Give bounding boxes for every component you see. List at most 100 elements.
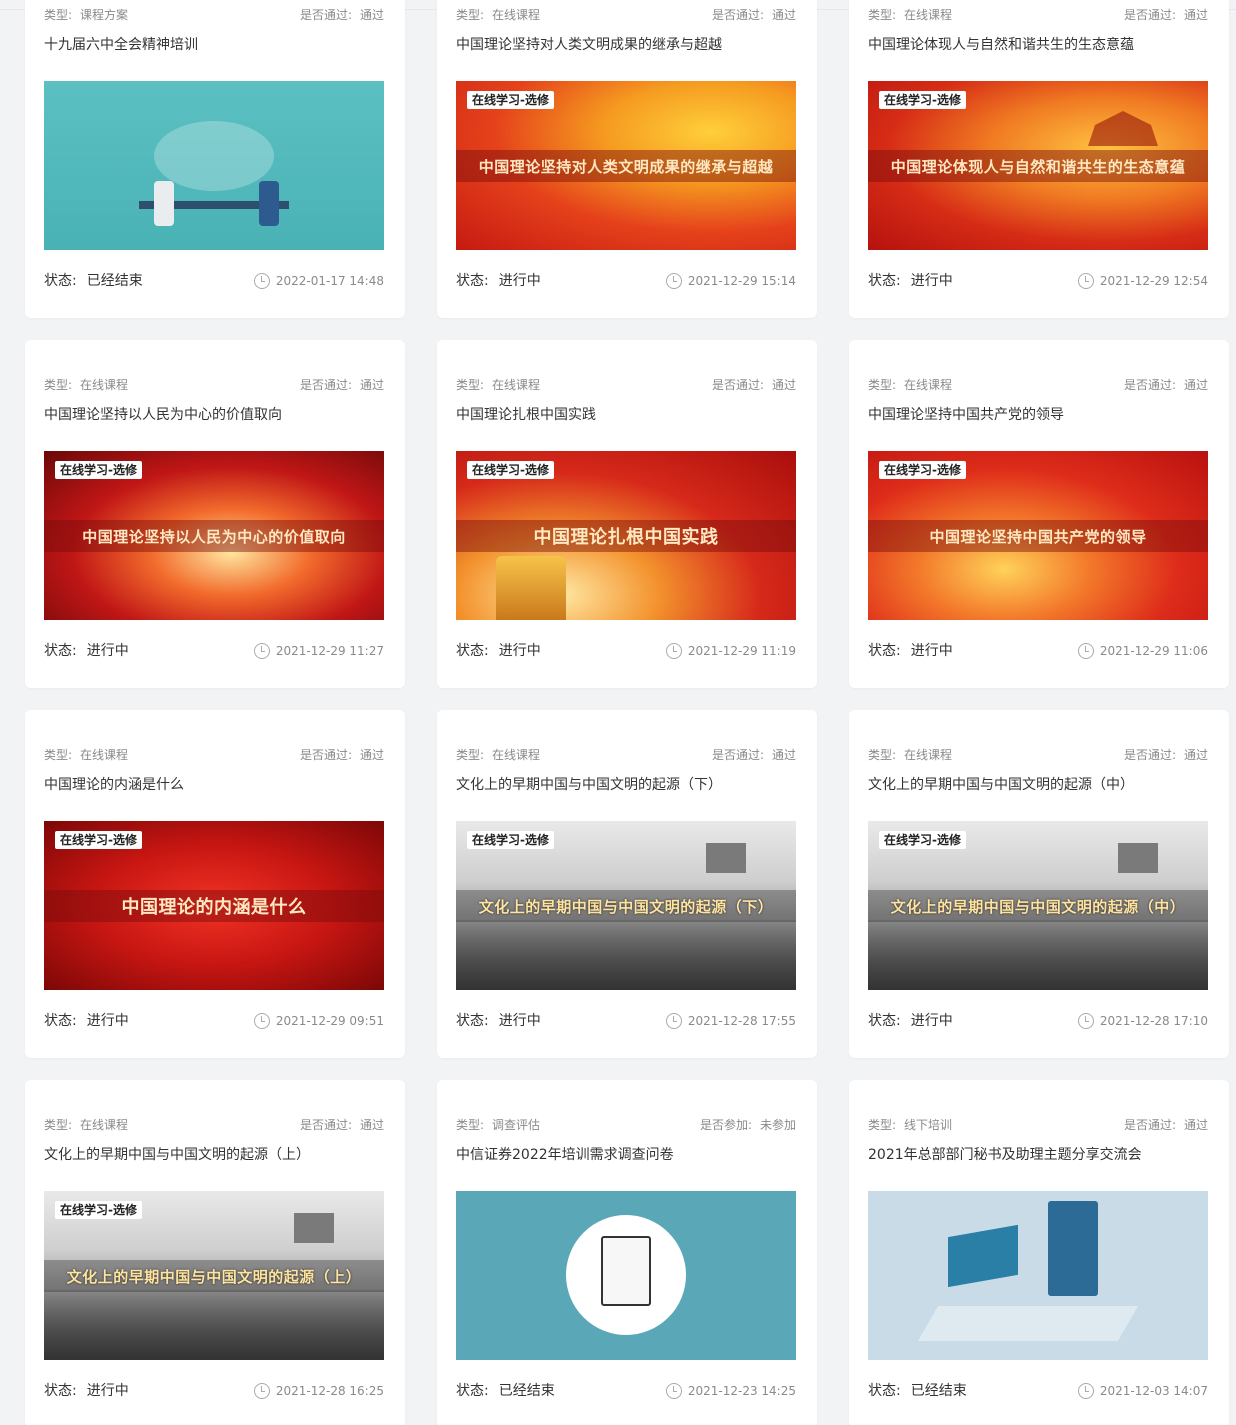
card-time: 2021-12-29 11:19: [665, 642, 796, 660]
check-label: 是否通过:: [1123, 378, 1176, 392]
great-wall-tower-illustration: [706, 843, 746, 873]
course-card[interactable]: 类型: 在线课程 是否通过: 通过 中国理论的内涵是什么 在线学习-选修 中国理论的…: [25, 710, 405, 1058]
clock-icon: [253, 1013, 270, 1029]
card-thumbnail[interactable]: [456, 1191, 796, 1360]
status-label: 状态:: [456, 273, 489, 289]
status-label: 状态:: [456, 643, 489, 659]
type-value: 在线课程: [904, 378, 953, 392]
thumbnail-banner-text: 中国理论坚持中国共产党的领导: [868, 520, 1208, 552]
clock-icon: [665, 273, 682, 289]
card-status: 状态: 已经结束: [456, 1382, 555, 1400]
card-meta: 类型: 线下培训 是否通过: 通过: [868, 1118, 1208, 1132]
card-time: 2021-12-28 17:10: [1077, 1012, 1208, 1030]
card-title[interactable]: 中国理论坚持以人民为中心的价值取向: [44, 406, 384, 424]
course-card[interactable]: 类型: 在线课程 是否通过: 通过 中国理论坚持以人民为中心的价值取向 在线学习-选…: [25, 340, 405, 688]
card-meta: 类型: 在线课程 是否通过: 通过: [868, 8, 1208, 22]
card-check: 是否通过: 通过: [1124, 378, 1208, 392]
card-thumbnail[interactable]: 在线学习-选修 中国理论坚持中国共产党的领导: [868, 451, 1208, 620]
card-thumbnail[interactable]: 在线学习-选修 文化上的早期中国与中国文明的起源（上）: [44, 1191, 384, 1360]
card-check: 是否通过: 通过: [300, 748, 384, 762]
course-card[interactable]: 类型: 线下培训 是否通过: 通过 2021年总部部门秘书及助理主题分享交流会 状态…: [849, 1080, 1229, 1425]
person-left-illustration: [154, 181, 174, 226]
card-footer: 状态: 进行中 2021-12-28 17:10: [868, 1012, 1208, 1030]
type-value: 在线课程: [80, 1118, 129, 1132]
course-card[interactable]: 类型: 在线课程 是否通过: 通过 中国理论体现人与自然和谐共生的生态意蕴 在线学习…: [849, 0, 1229, 318]
status-value: 已经结束: [498, 1383, 555, 1399]
card-title[interactable]: 2021年总部部门秘书及助理主题分享交流会: [868, 1146, 1208, 1164]
card-meta: 类型: 在线课程 是否通过: 通过: [456, 8, 796, 22]
card-title[interactable]: 中国理论坚持中国共产党的领导: [868, 406, 1208, 424]
status-label: 状态:: [868, 1383, 901, 1399]
course-card[interactable]: 类型: 调查评估 是否参加: 未参加 中信证券2022年培训需求调查问卷 状态: 已经…: [437, 1080, 817, 1425]
card-thumbnail[interactable]: 在线学习-选修 中国理论扎根中国实践: [456, 451, 796, 620]
card-title[interactable]: 中国理论的内涵是什么: [44, 776, 384, 794]
type-label: 类型:: [456, 1118, 485, 1132]
course-tag: 在线学习-选修: [467, 831, 554, 849]
card-check: 是否参加: 未参加: [700, 1118, 796, 1132]
check-label: 是否通过:: [299, 1118, 352, 1132]
clock-icon: [665, 643, 682, 659]
card-title[interactable]: 中信证券2022年培训需求调查问卷: [456, 1146, 796, 1164]
card-time: 2021-12-23 14:25: [665, 1382, 796, 1400]
thumbnail-banner-text: 中国理论体现人与自然和谐共生的生态意蕴: [868, 150, 1208, 182]
status-label: 状态:: [868, 643, 901, 659]
clock-icon: [253, 273, 270, 289]
type-value: 在线课程: [80, 748, 129, 762]
check-value: 通过: [771, 8, 796, 22]
course-tag: 在线学习-选修: [55, 1201, 142, 1219]
card-thumbnail[interactable]: 在线学习-选修 文化上的早期中国与中国文明的起源（中）: [868, 821, 1208, 990]
rock-mountains-illustration: [44, 1290, 384, 1360]
card-thumbnail[interactable]: 在线学习-选修 中国理论体现人与自然和谐共生的生态意蕴: [868, 81, 1208, 250]
card-footer: 状态: 已经结束 2022-01-17 14:48: [44, 272, 384, 290]
status-label: 状态:: [44, 1013, 77, 1029]
card-meta: 类型: 课程方案 是否通过: 通过: [44, 8, 384, 22]
status-label: 状态:: [868, 1013, 901, 1029]
check-label: 是否通过:: [711, 748, 764, 762]
card-meta: 类型: 在线课程 是否通过: 通过: [44, 378, 384, 392]
card-type: 类型: 调查评估: [456, 1118, 540, 1132]
card-thumbnail[interactable]: [44, 81, 384, 250]
card-thumbnail[interactable]: 在线学习-选修 文化上的早期中国与中国文明的起源（下）: [456, 821, 796, 990]
card-thumbnail[interactable]: [868, 1191, 1208, 1360]
card-check: 是否通过: 通过: [712, 8, 796, 22]
status-value: 进行中: [910, 273, 953, 289]
course-card[interactable]: 类型: 在线课程 是否通过: 通过 文化上的早期中国与中国文明的起源（中） 在线学习…: [849, 710, 1229, 1058]
card-type: 类型: 在线课程: [44, 1118, 128, 1132]
status-value: 进行中: [498, 643, 541, 659]
card-title[interactable]: 文化上的早期中国与中国文明的起源（中）: [868, 776, 1208, 794]
card-status: 状态: 进行中: [456, 642, 541, 660]
course-card[interactable]: 类型: 在线课程 是否通过: 通过 文化上的早期中国与中国文明的起源（下） 在线学习…: [437, 710, 817, 1058]
type-label: 类型:: [44, 378, 73, 392]
card-title[interactable]: 中国理论坚持对人类文明成果的继承与超越: [456, 36, 796, 54]
course-card[interactable]: 类型: 在线课程 是否通过: 通过 中国理论扎根中国实践 在线学习-选修 中国理论扎…: [437, 340, 817, 688]
rock-mountains-illustration: [456, 920, 796, 990]
card-thumbnail[interactable]: 在线学习-选修 中国理论坚持以人民为中心的价值取向: [44, 451, 384, 620]
course-tag: 在线学习-选修: [879, 91, 966, 109]
card-check: 是否通过: 通过: [300, 378, 384, 392]
course-card[interactable]: 类型: 在线课程 是否通过: 通过 中国理论坚持中国共产党的领导 在线学习-选修 中…: [849, 340, 1229, 688]
card-thumbnail[interactable]: 在线学习-选修 中国理论坚持对人类文明成果的继承与超越: [456, 81, 796, 250]
check-value: 通过: [359, 1118, 384, 1132]
card-title[interactable]: 中国理论扎根中国实践: [456, 406, 796, 424]
status-value: 已经结束: [86, 273, 143, 289]
card-title[interactable]: 十九届六中全会精神培训: [44, 36, 384, 54]
card-time: 2021-12-29 09:51: [253, 1012, 384, 1030]
check-value: 通过: [771, 378, 796, 392]
card-thumbnail[interactable]: 在线学习-选修 中国理论的内涵是什么: [44, 821, 384, 990]
course-tag: 在线学习-选修: [55, 831, 142, 849]
course-card[interactable]: 类型: 课程方案 是否通过: 通过 十九届六中全会精神培训 状态: 已经结束 2022…: [25, 0, 405, 318]
card-check: 是否通过: 通过: [712, 378, 796, 392]
card-title[interactable]: 文化上的早期中国与中国文明的起源（上）: [44, 1146, 384, 1164]
course-card[interactable]: 类型: 在线课程 是否通过: 通过 中国理论坚持对人类文明成果的继承与超越 在线学习…: [437, 0, 817, 318]
clock-icon: [665, 1013, 682, 1029]
card-meta: 类型: 在线课程 是否通过: 通过: [44, 1118, 384, 1132]
type-label: 类型:: [456, 748, 485, 762]
course-tag: 在线学习-选修: [55, 461, 142, 479]
card-title[interactable]: 文化上的早期中国与中国文明的起源（下）: [456, 776, 796, 794]
card-title[interactable]: 中国理论体现人与自然和谐共生的生态意蕴: [868, 36, 1208, 54]
thumbnail-banner-text: 文化上的早期中国与中国文明的起源（上）: [44, 1260, 384, 1292]
card-status: 状态: 进行中: [44, 642, 129, 660]
clock-icon: [1077, 273, 1094, 289]
course-card[interactable]: 类型: 在线课程 是否通过: 通过 文化上的早期中国与中国文明的起源（上） 在线学习…: [25, 1080, 405, 1425]
type-label: 类型:: [456, 8, 485, 22]
